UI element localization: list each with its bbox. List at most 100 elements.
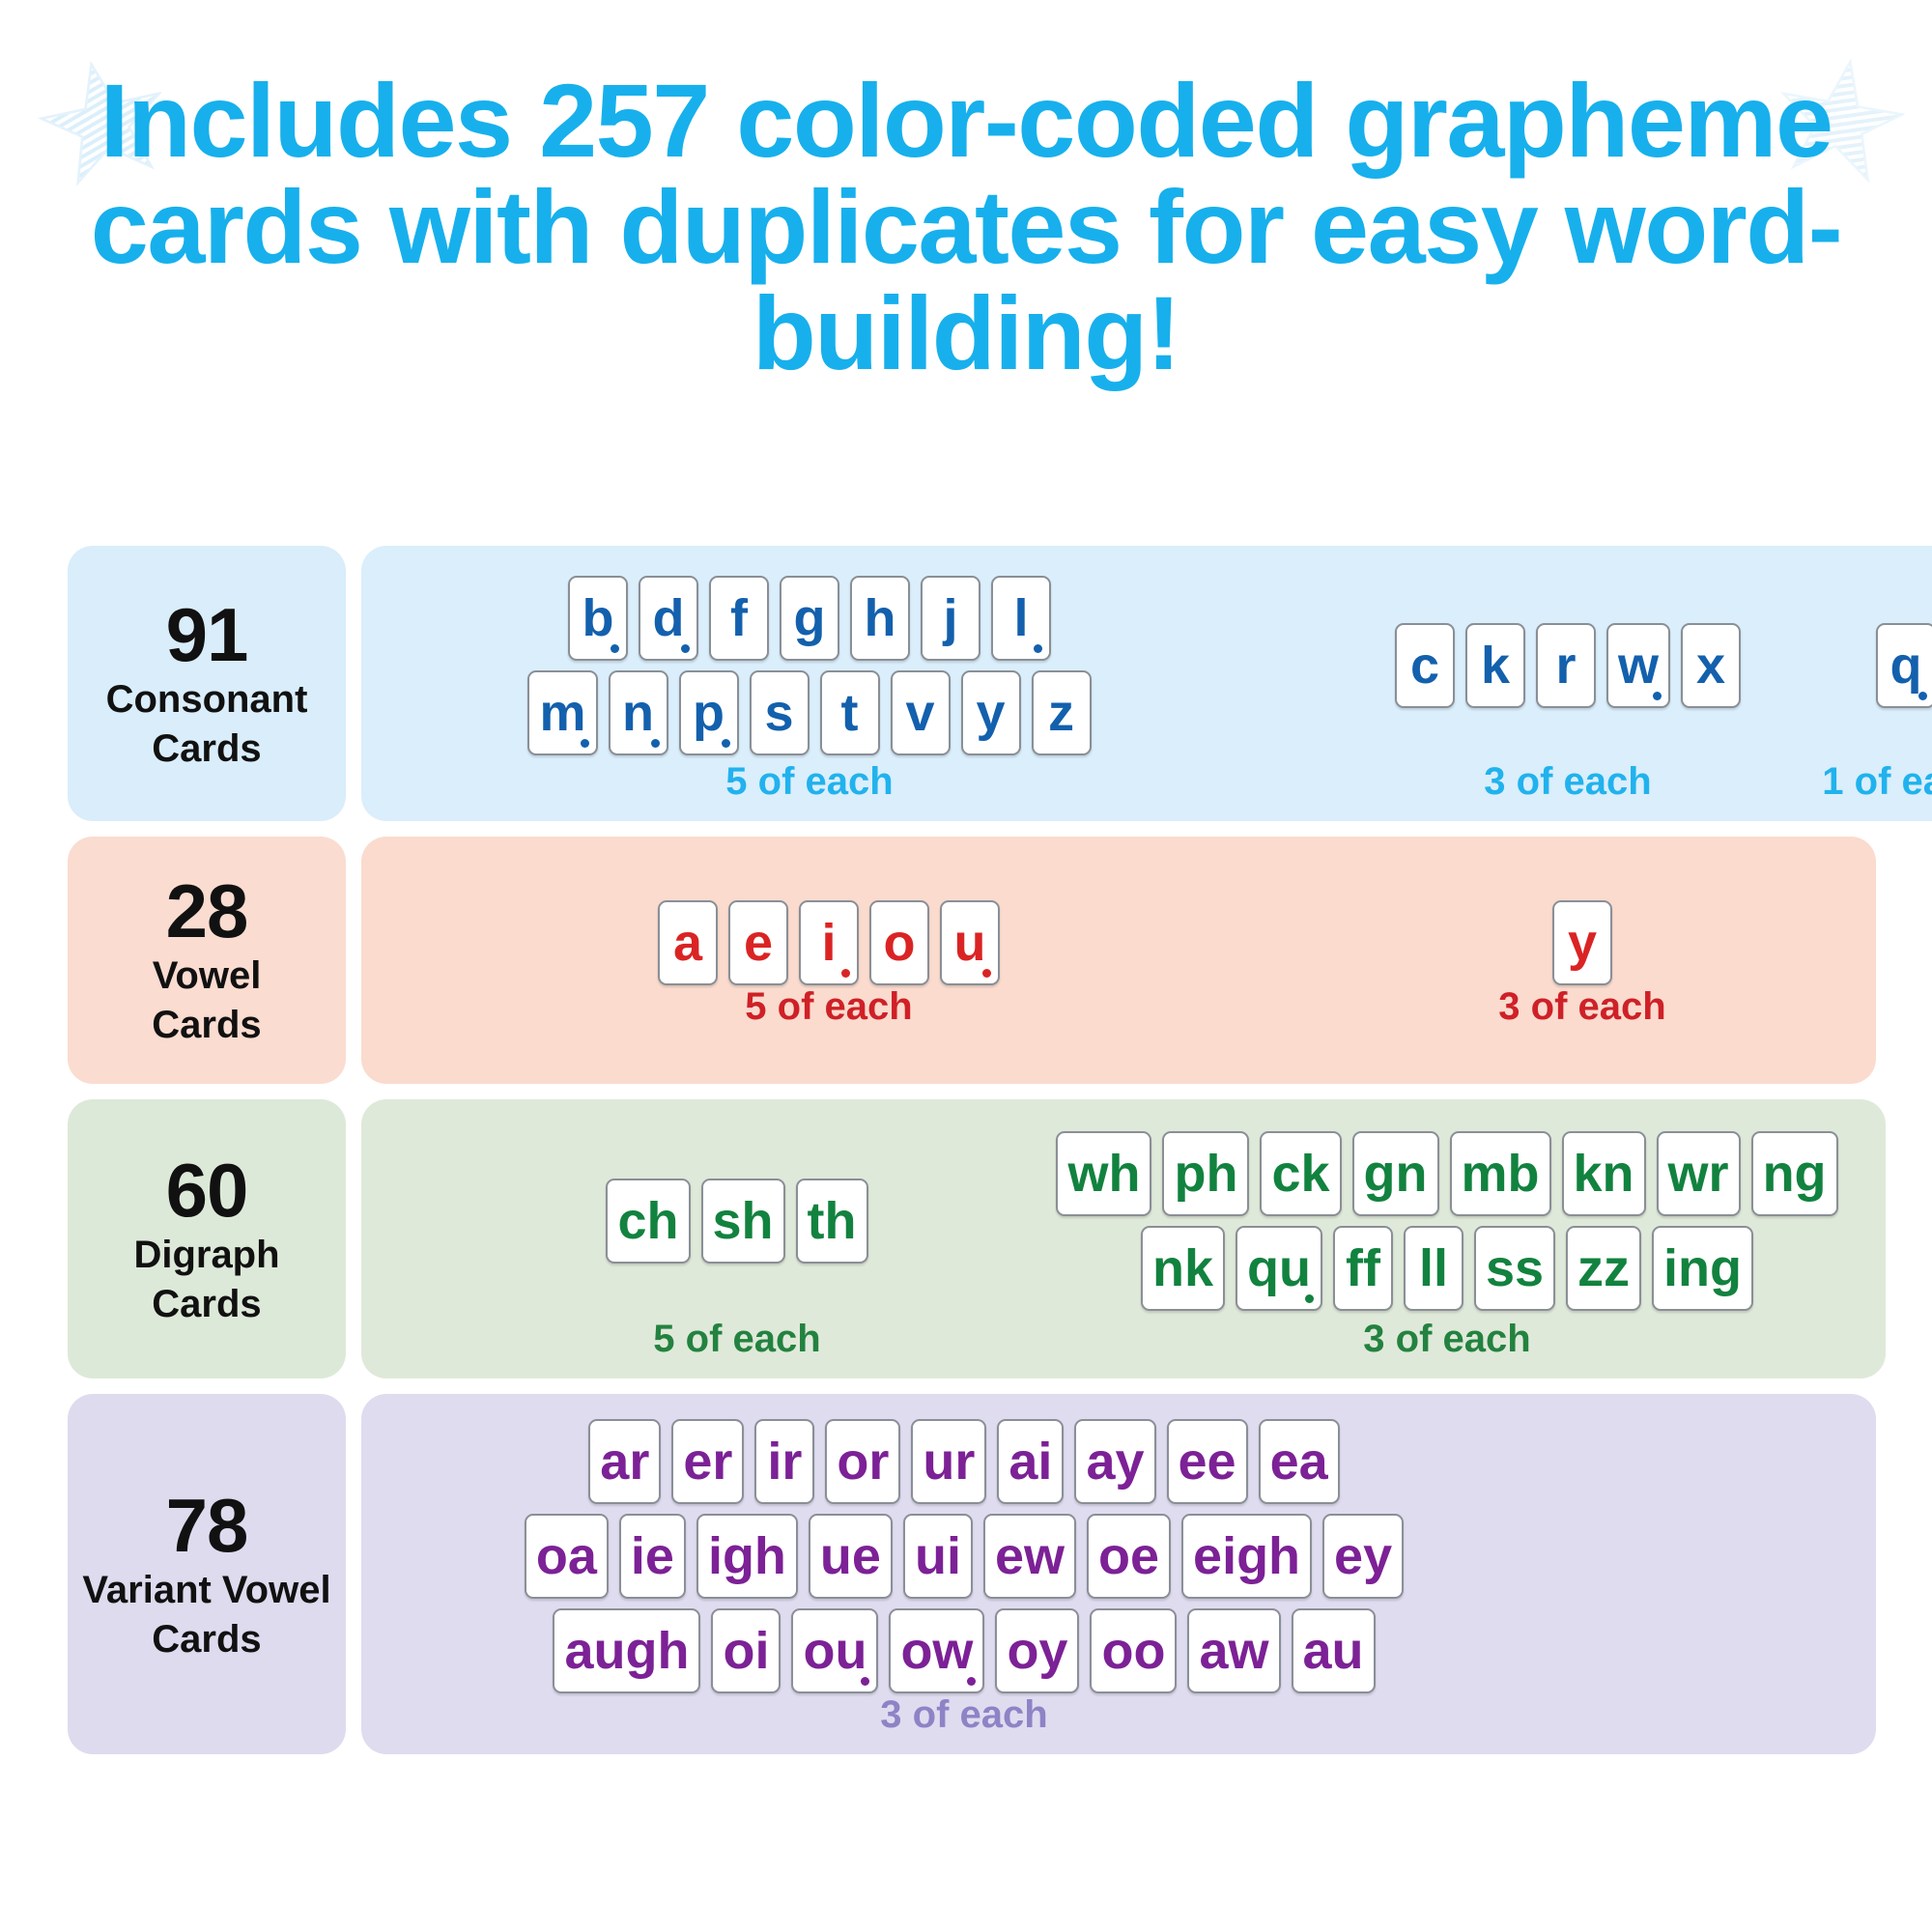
- grapheme-card[interactable]: ll: [1403, 1226, 1463, 1311]
- orientation-dot-icon: [650, 739, 660, 748]
- grapheme-card[interactable]: i: [799, 899, 859, 985]
- quantity-note: 5 of each: [653, 1318, 821, 1360]
- grapheme-card[interactable]: m: [527, 670, 598, 755]
- orientation-dot-icon: [841, 968, 850, 978]
- grapheme-card[interactable]: ew: [982, 1514, 1076, 1599]
- grapheme-card[interactable]: ng: [1750, 1131, 1838, 1216]
- grapheme-card[interactable]: n: [608, 670, 668, 755]
- grapheme-card[interactable]: e: [728, 899, 788, 985]
- orientation-dot-icon: [680, 644, 690, 653]
- grapheme-card[interactable]: j: [920, 576, 980, 661]
- card-label-suffix-consonant: Cards: [152, 726, 262, 770]
- grapheme-card[interactable]: p: [678, 670, 739, 755]
- grapheme-card[interactable]: r: [1535, 623, 1596, 708]
- card-grid: wh ph ck gn mb kn wr ng nk qu ff ll ss zz ing: [1056, 1124, 1838, 1318]
- grapheme-card[interactable]: ar: [588, 1419, 662, 1504]
- grapheme-card[interactable]: ay: [1074, 1419, 1156, 1504]
- grapheme-card[interactable]: k: [1464, 623, 1525, 708]
- grapheme-card[interactable]: gn: [1351, 1131, 1439, 1216]
- orientation-dot-icon: [1033, 644, 1042, 653]
- group-vowel-0: aeiou5 of each: [529, 899, 1128, 1029]
- quantity-note: 3 of each: [1484, 760, 1652, 803]
- grapheme-card[interactable]: v: [890, 670, 951, 755]
- grapheme-card[interactable]: f: [708, 576, 769, 661]
- section-variant: 78 Variant Vowel Cards ar er ir or ur ai ay ee ea oa…: [0, 1394, 1932, 1754]
- card-row: ckrwx: [1394, 623, 1741, 708]
- header: Includes 257 color-coded grapheme cards …: [0, 67, 1932, 386]
- grapheme-card[interactable]: igh: [696, 1514, 798, 1599]
- label-panel-variant: 78 Variant Vowel Cards: [68, 1394, 346, 1754]
- grapheme-card[interactable]: ck: [1260, 1131, 1342, 1216]
- grapheme-card[interactable]: ff: [1332, 1226, 1393, 1311]
- grapheme-card[interactable]: b: [567, 576, 628, 661]
- grapheme-card[interactable]: ue: [808, 1514, 893, 1599]
- grapheme-card[interactable]: mb: [1449, 1131, 1551, 1216]
- grapheme-card[interactable]: oi: [711, 1608, 781, 1693]
- grapheme-card[interactable]: oe: [1087, 1514, 1172, 1599]
- grapheme-card[interactable]: ch: [606, 1179, 691, 1264]
- grapheme-card[interactable]: kn: [1561, 1131, 1646, 1216]
- grapheme-card[interactable]: a: [658, 899, 718, 985]
- grapheme-card[interactable]: oa: [524, 1514, 609, 1599]
- grapheme-card[interactable]: ph: [1162, 1131, 1250, 1216]
- grapheme-card[interactable]: x: [1681, 623, 1741, 708]
- group-consonant-1: ckrwx 3 of each: [1365, 571, 1771, 804]
- grapheme-card[interactable]: zz: [1566, 1226, 1642, 1311]
- grapheme-card[interactable]: ee: [1166, 1419, 1248, 1504]
- grapheme-card[interactable]: o: [869, 899, 929, 985]
- grapheme-card[interactable]: s: [749, 670, 810, 755]
- grapheme-card[interactable]: ey: [1322, 1514, 1405, 1599]
- grapheme-card[interactable]: d: [638, 576, 698, 661]
- orientation-dot-icon: [1653, 692, 1662, 700]
- grapheme-card[interactable]: augh: [553, 1608, 701, 1693]
- grapheme-card[interactable]: th: [795, 1179, 868, 1264]
- group-digraph-1: wh ph ck gn mb kn wr ng nk qu ff ll ss zz ing 3 of each: [1032, 1124, 1862, 1361]
- grapheme-card[interactable]: ou: [791, 1608, 879, 1693]
- grapheme-card[interactable]: aw: [1187, 1608, 1281, 1693]
- grapheme-card[interactable]: er: [671, 1419, 745, 1504]
- grapheme-card[interactable]: h: [849, 576, 910, 661]
- grapheme-card[interactable]: y: [960, 670, 1021, 755]
- quantity-note: 3 of each: [880, 1693, 1048, 1736]
- group-vowel-1: y3 of each: [1360, 899, 1804, 1029]
- grapheme-card[interactable]: ow: [889, 1608, 985, 1693]
- grapheme-card[interactable]: sh: [700, 1179, 785, 1264]
- grapheme-card[interactable]: or: [825, 1419, 901, 1504]
- content-panel-variant: ar er ir or ur ai ay ee ea oa ie igh ue ui ew oe eigh ey a…: [361, 1394, 1876, 1754]
- grapheme-card[interactable]: au: [1291, 1608, 1376, 1693]
- grapheme-card[interactable]: t: [819, 670, 880, 755]
- grapheme-card[interactable]: ie: [618, 1514, 686, 1599]
- grapheme-card[interactable]: c: [1394, 623, 1455, 708]
- grapheme-card[interactable]: ai: [997, 1419, 1065, 1504]
- grapheme-card[interactable]: oo: [1090, 1608, 1178, 1693]
- quantity-note: 3 of each: [1363, 1318, 1531, 1360]
- grapheme-card[interactable]: u: [940, 899, 1000, 985]
- card-grid: aeiou: [658, 899, 1000, 985]
- group-consonant-2: q 1 of each: [1800, 571, 1932, 804]
- grapheme-card[interactable]: eigh: [1181, 1514, 1313, 1599]
- grapheme-card[interactable]: ur: [911, 1419, 987, 1504]
- grapheme-card[interactable]: wr: [1656, 1131, 1741, 1216]
- infographic-page: Includes 257 color-coded grapheme cards …: [0, 0, 1932, 1932]
- content-panel-digraph: ch sh th 5 of each wh ph ck gn mb kn wr ng nk qu ff ll s…: [361, 1099, 1886, 1378]
- grapheme-card[interactable]: q: [1876, 623, 1932, 708]
- grapheme-card[interactable]: qu: [1235, 1226, 1322, 1311]
- grapheme-card[interactable]: nk: [1140, 1226, 1225, 1311]
- grapheme-card[interactable]: z: [1031, 670, 1092, 755]
- card-row: oa ie igh ue ui ew oe eigh ey: [524, 1514, 1405, 1599]
- grapheme-card[interactable]: g: [779, 576, 839, 661]
- card-grid: y: [1552, 899, 1612, 985]
- card-label-digraph: Digraph: [133, 1233, 280, 1276]
- card-grid: ckrwx: [1394, 571, 1741, 760]
- grapheme-card[interactable]: oy: [995, 1608, 1080, 1693]
- grapheme-card[interactable]: l: [990, 576, 1051, 661]
- card-count-digraph: 60: [165, 1147, 249, 1233]
- grapheme-card[interactable]: ss: [1473, 1226, 1556, 1311]
- grapheme-card[interactable]: ing: [1652, 1226, 1754, 1311]
- grapheme-card[interactable]: ir: [754, 1419, 815, 1504]
- grapheme-card[interactable]: wh: [1056, 1131, 1152, 1216]
- grapheme-card[interactable]: ui: [902, 1514, 973, 1599]
- grapheme-card[interactable]: w: [1605, 623, 1670, 708]
- grapheme-card[interactable]: y: [1552, 899, 1612, 985]
- grapheme-card[interactable]: ea: [1258, 1419, 1340, 1504]
